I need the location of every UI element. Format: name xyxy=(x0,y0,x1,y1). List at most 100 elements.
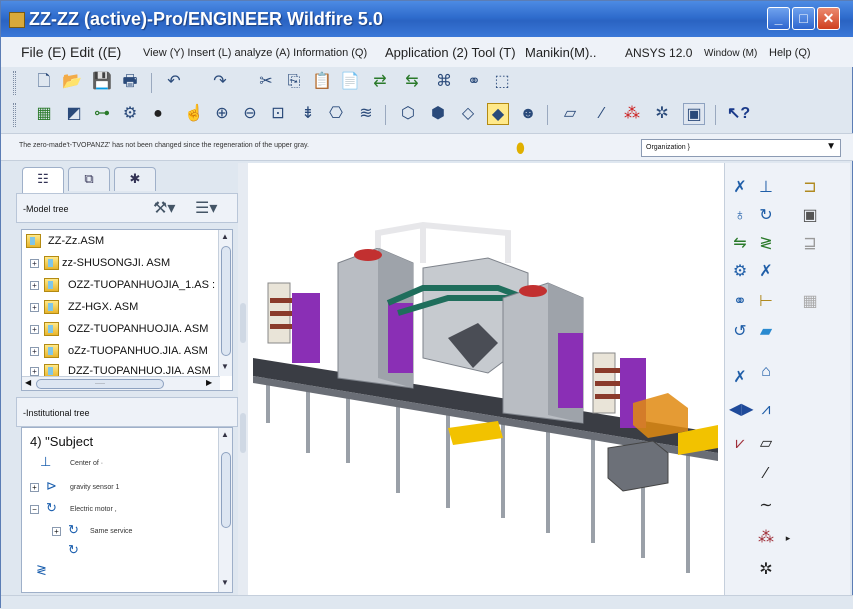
show-icon[interactable]: ☰▾ xyxy=(195,198,217,218)
selection-filter[interactable]: Organization } ▼ xyxy=(641,139,841,157)
csys-icon[interactable]: ✲ xyxy=(651,103,673,125)
scroll-up-icon[interactable]: ▲ xyxy=(221,430,229,439)
splitter-handle[interactable] xyxy=(240,413,246,453)
sensor-icon[interactable]: ♁ xyxy=(729,205,751,227)
tree-item[interactable]: + ZZ-HGX. ASM xyxy=(22,298,218,318)
connection-icon[interactable]: ⊐ xyxy=(799,177,821,199)
regenerate-icon[interactable]: ⇄ xyxy=(369,71,391,93)
graph-icon[interactable]: ⩗ xyxy=(729,433,751,455)
tree-root[interactable]: 4) "Subject xyxy=(22,430,218,452)
paste-icon[interactable]: 📋 xyxy=(311,71,333,93)
scroll-down-icon[interactable]: ▼ xyxy=(221,362,229,371)
flip-icon[interactable]: ◀▶ xyxy=(729,399,754,421)
splitter-handle[interactable] xyxy=(240,303,246,343)
slot-icon[interactable]: ⊒ xyxy=(799,233,821,255)
hidden-line-icon[interactable]: ⬢ xyxy=(427,103,449,125)
pan-icon[interactable]: ☝ xyxy=(183,103,205,125)
datum-display-icon[interactable]: ▦ xyxy=(33,103,55,125)
repaint-icon[interactable]: ◩ xyxy=(63,103,85,125)
refit-icon[interactable]: ⊡ xyxy=(267,103,289,125)
datum-axis-icon[interactable]: ⁄ xyxy=(591,103,613,125)
print-icon[interactable]: 🖶 xyxy=(119,71,141,93)
menu-manikin[interactable]: Manikin(M).. xyxy=(525,45,597,60)
belt-icon[interactable]: ⚭ xyxy=(729,291,751,313)
cut-icon[interactable]: ✂ xyxy=(255,71,277,93)
expand-icon[interactable]: + xyxy=(30,259,39,268)
annotation-icon[interactable]: ▣ xyxy=(683,103,705,125)
expand-icon[interactable]: + xyxy=(30,483,39,492)
snapshot-icon[interactable]: ▣ xyxy=(799,205,821,227)
regenerate-manager-icon[interactable]: ⇆ xyxy=(401,71,423,93)
tree-item[interactable]: ↻ xyxy=(22,540,218,562)
close-button[interactable]: ✕ xyxy=(817,7,840,30)
select-box-icon[interactable]: ⬚ xyxy=(491,71,513,93)
menu-file-edit[interactable]: File (E) Edit ((E) xyxy=(21,44,121,60)
grid-icon[interactable]: ▦ xyxy=(799,291,821,313)
chevron-down-icon[interactable]: ▼ xyxy=(826,141,836,152)
initial-condition-icon[interactable]: ⊢ xyxy=(755,291,777,313)
model-tree-vscroll[interactable]: ▲ ▼ xyxy=(218,230,232,376)
expand-icon[interactable]: + xyxy=(52,527,61,536)
expand-icon[interactable]: + xyxy=(30,303,39,312)
traffic-light-icon[interactable]: ⬮ xyxy=(516,140,528,156)
tree-item[interactable]: + OZZ-TUOPANHUOJIA. ASM xyxy=(22,320,218,340)
scroll-left-icon[interactable]: ◀ xyxy=(25,378,31,387)
redo-icon[interactable]: ↷ xyxy=(209,71,231,93)
scroll-thumb[interactable] xyxy=(221,452,231,528)
paste-special-icon[interactable]: 📄 xyxy=(339,71,361,93)
menu-help[interactable]: Help (Q) xyxy=(769,47,811,59)
scroll-thumb[interactable]: ····· xyxy=(36,379,164,389)
spring-icon[interactable]: ≷ xyxy=(755,233,777,255)
favorites-tab[interactable]: ✱ xyxy=(114,167,156,191)
playback-icon[interactable]: ⌂ xyxy=(755,361,777,383)
tree-item[interactable]: ≷ xyxy=(22,560,218,582)
settings-icon[interactable]: ⚒▾ xyxy=(153,198,175,218)
graphics-window[interactable] xyxy=(248,163,724,595)
menu-application-tool[interactable]: Application (2) Tool (T) xyxy=(385,45,516,60)
drag-components-icon[interactable]: ✗ xyxy=(729,177,751,199)
save-icon[interactable]: 💾 xyxy=(91,71,113,93)
point-icon[interactable]: ⁂ xyxy=(755,527,777,549)
maximize-button[interactable]: □ xyxy=(792,7,815,30)
menu-view-insert-analyze[interactable]: View (Y) Insert (L) analyze (A) Informat… xyxy=(143,47,367,59)
flyout-arrow-icon[interactable]: ▸ xyxy=(777,527,799,549)
force-icon[interactable]: ✗ xyxy=(755,261,777,283)
tree-item[interactable]: ⊥ Center of · xyxy=(22,452,218,474)
shaded-icon[interactable]: ◆ xyxy=(487,103,509,125)
orient-icon[interactable]: ⚙ xyxy=(119,103,141,125)
panel-splitter[interactable] xyxy=(238,163,248,595)
tree-item[interactable]: + ↻ Same service xyxy=(22,520,218,542)
zoom-in-icon[interactable]: ⊕ xyxy=(211,103,233,125)
toolbar-grip[interactable] xyxy=(13,71,16,95)
scroll-thumb[interactable] xyxy=(221,246,231,356)
expand-icon[interactable]: + xyxy=(30,367,39,376)
assembly-3d-view[interactable] xyxy=(248,163,724,595)
expand-icon[interactable]: + xyxy=(30,325,39,334)
gear-icon[interactable]: ⚙ xyxy=(729,261,751,283)
collapse-icon[interactable]: − xyxy=(30,505,39,514)
expand-icon[interactable]: + xyxy=(30,347,39,356)
menu-window[interactable]: Window (M) xyxy=(704,48,757,59)
measure-icon[interactable]: ⩘ xyxy=(755,399,777,421)
no-hidden-icon[interactable]: ◇ xyxy=(457,103,479,125)
layer-tab[interactable]: ⧉ xyxy=(68,167,110,191)
curve-icon[interactable]: ∼ xyxy=(755,495,777,517)
tree-item[interactable]: + OZZ-TUOPANHUOJIA_1.AS : xyxy=(22,276,218,296)
axis-icon[interactable]: ⁄ xyxy=(755,463,777,485)
toolbar-grip[interactable] xyxy=(13,103,16,127)
scroll-up-icon[interactable]: ▲ xyxy=(221,232,229,241)
layers-icon[interactable]: ≋ xyxy=(355,103,377,125)
whats-this-icon[interactable]: ↖? xyxy=(727,103,750,125)
cam-icon[interactable]: ⇋ xyxy=(729,233,751,255)
damper-icon[interactable]: ▰ xyxy=(755,321,777,343)
enhanced-realism-icon[interactable]: ☻ xyxy=(517,103,539,125)
inst-tree-vscroll[interactable]: ▲ ▼ xyxy=(218,428,232,592)
open-icon[interactable]: 📂 xyxy=(61,71,83,93)
menu-ansys[interactable]: ANSYS 12.0 xyxy=(625,46,692,60)
tree-item[interactable]: + zz-SHUSONGJI. ASM xyxy=(22,254,218,274)
undo-icon[interactable]: ↶ xyxy=(163,71,185,93)
analysis-icon[interactable]: ✗ xyxy=(729,367,751,389)
new-icon[interactable]: 🗋 xyxy=(33,71,55,93)
csys-icon[interactable]: ✲ xyxy=(755,559,777,581)
model-tree-hscroll[interactable]: ◀ ····· ▶ xyxy=(22,376,220,390)
